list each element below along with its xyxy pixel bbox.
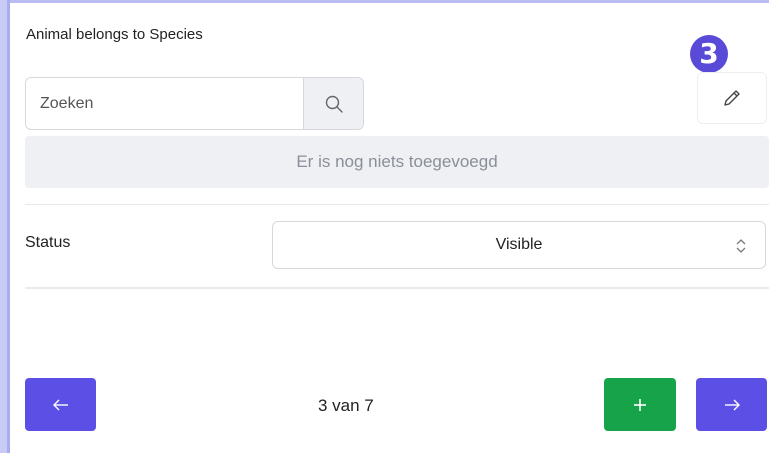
status-label: Status: [25, 234, 71, 251]
divider: [25, 287, 769, 289]
search-group: [25, 77, 364, 130]
pagination-text: 3 van 7: [318, 396, 374, 415]
plus-icon: [634, 398, 646, 411]
frame-left-border-inner: [7, 0, 10, 453]
next-button[interactable]: [696, 378, 767, 431]
edit-button[interactable]: [697, 72, 767, 124]
step-badge: 3: [690, 35, 728, 73]
divider: [25, 204, 769, 205]
pencil-icon: [724, 90, 740, 106]
arrow-left-icon: [52, 399, 68, 410]
arrow-right-icon: [724, 399, 740, 410]
search-icon: [325, 95, 343, 113]
search-input[interactable]: [26, 78, 303, 129]
search-button[interactable]: [303, 78, 363, 129]
previous-button[interactable]: [25, 378, 96, 431]
frame-top-border: [0, 0, 769, 3]
section-title: Animal belongs to Species: [26, 26, 203, 43]
frame-left-border: [0, 0, 7, 453]
status-select[interactable]: Visible: [272, 221, 766, 269]
add-button[interactable]: [604, 378, 676, 431]
empty-list-message: Er is nog niets toegevoegd: [25, 136, 769, 188]
updown-chevron-icon: [736, 239, 746, 253]
status-selected-value: Visible: [495, 236, 543, 253]
